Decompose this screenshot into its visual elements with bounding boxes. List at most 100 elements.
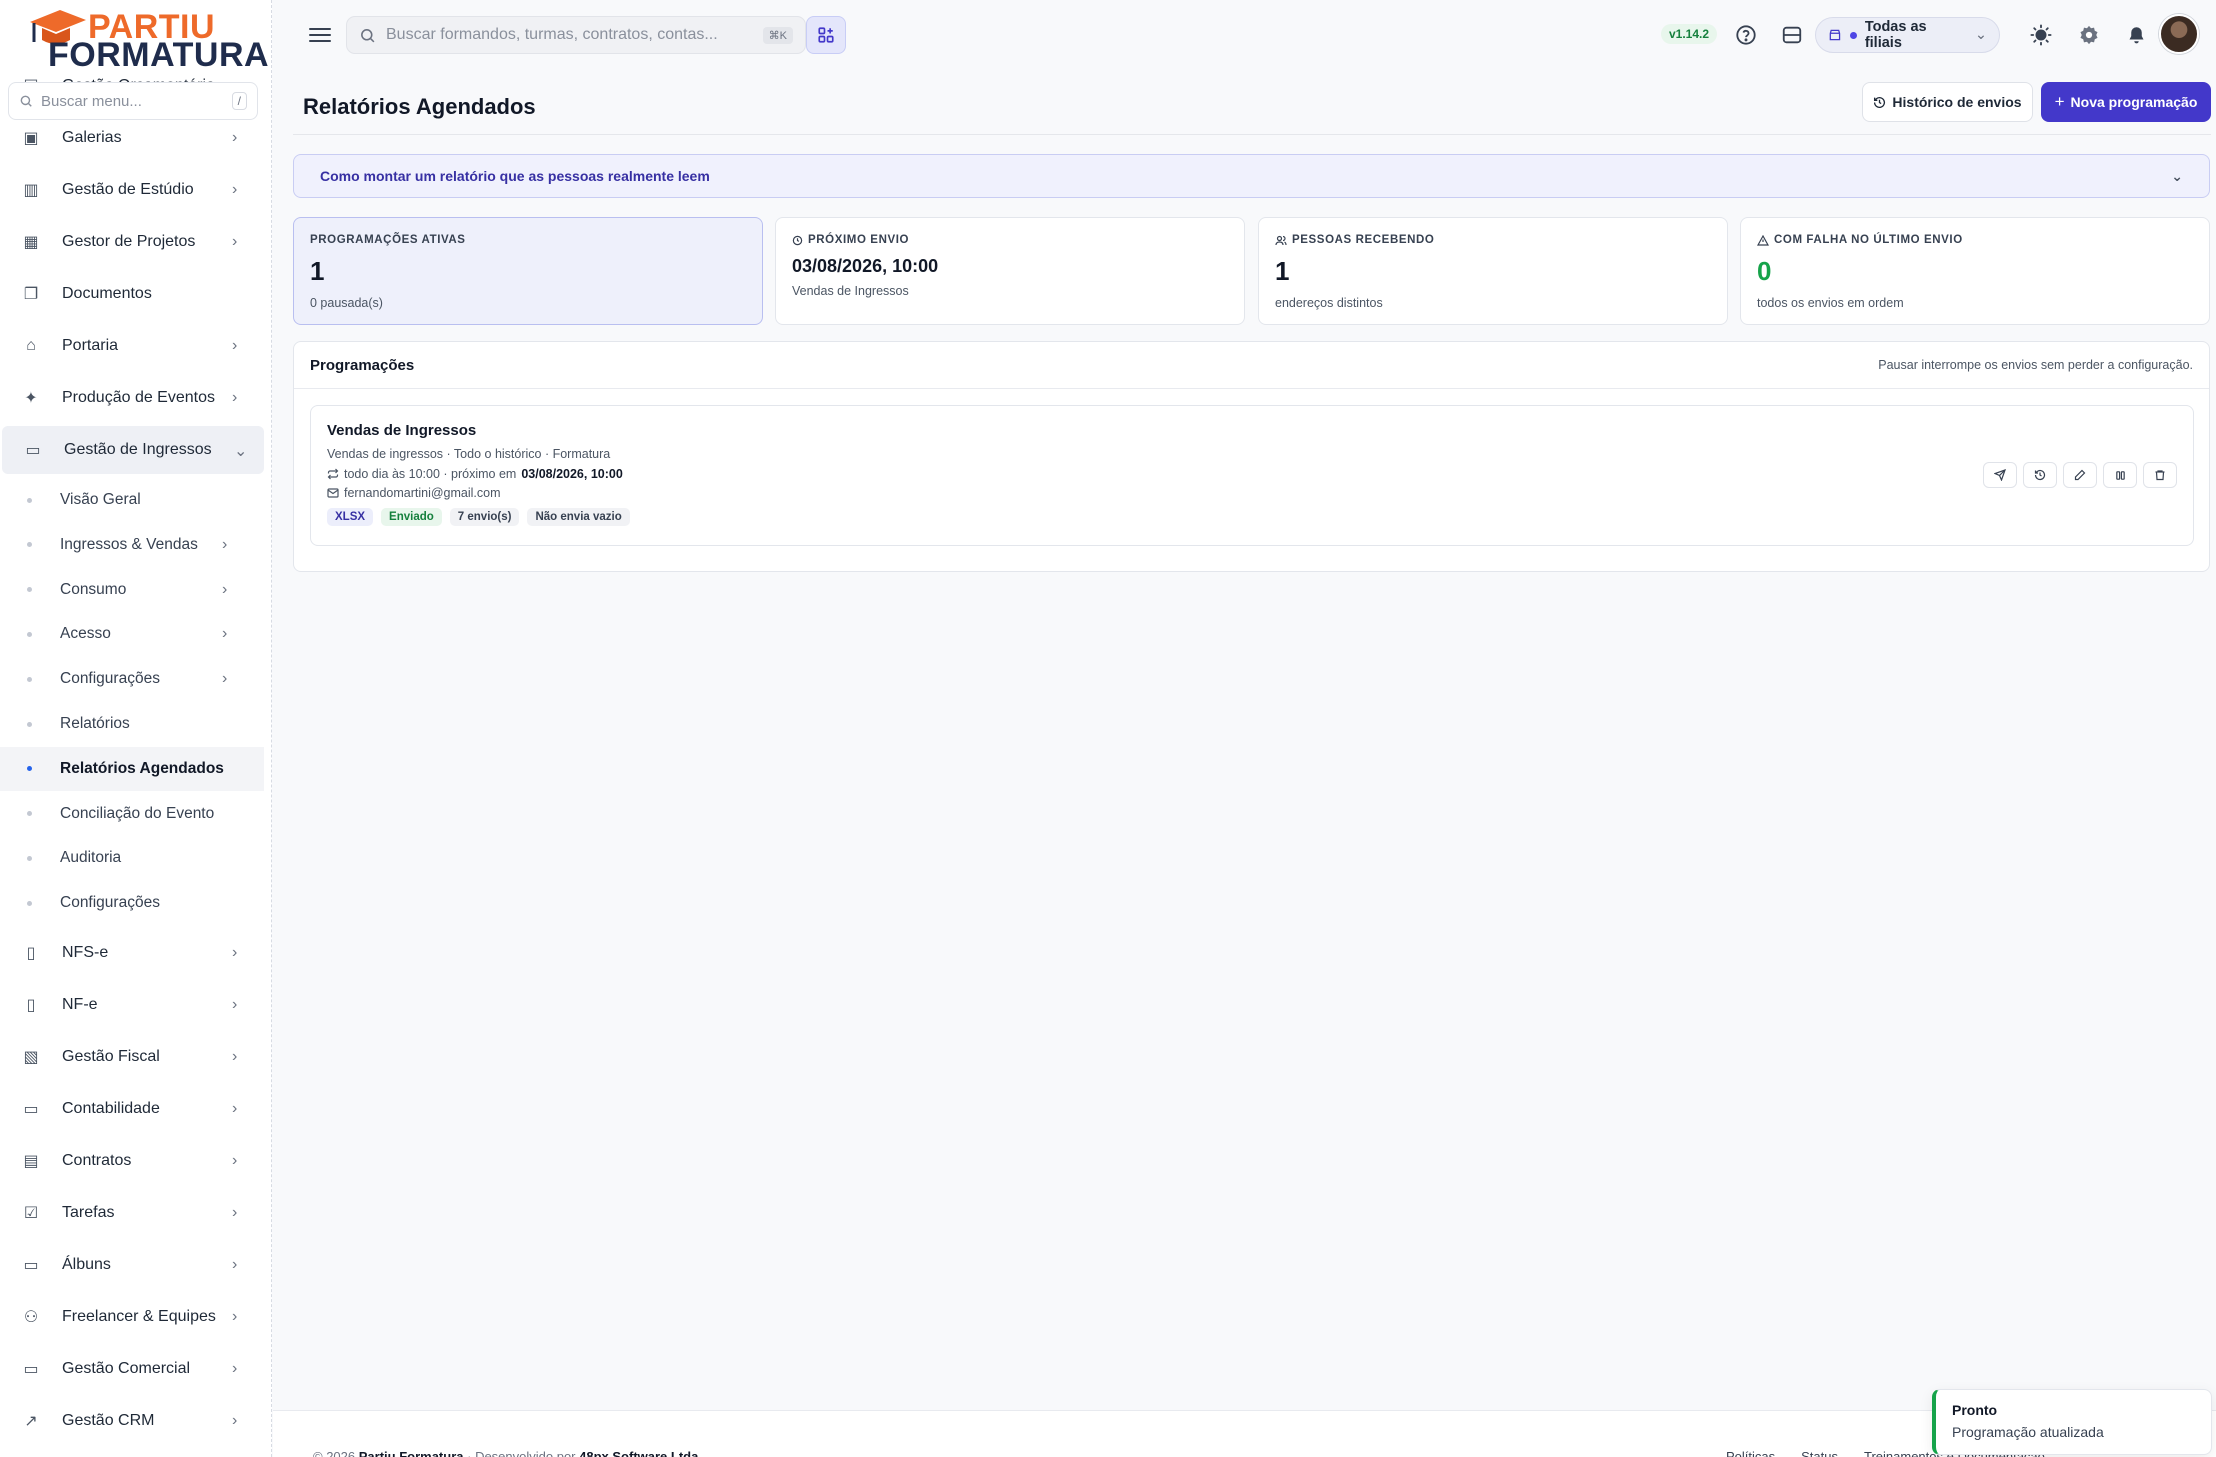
- sidebar-item[interactable]: ▦ Gestor de Projetos ›: [0, 218, 264, 266]
- stat-label: PRÓXIMO ENVIO: [808, 234, 910, 246]
- sidebar-search-input[interactable]: Buscar menu... /: [8, 82, 258, 120]
- toast-notification[interactable]: Pronto Programação atualizada: [1932, 1389, 2212, 1455]
- sidebar-item-label: Contabilidade: [62, 1100, 160, 1117]
- history-icon: [1874, 96, 1886, 108]
- bell-icon[interactable]: [2123, 22, 2149, 48]
- layout-icon[interactable]: [1779, 22, 1805, 48]
- sidebar-search-shortcut: /: [231, 92, 247, 110]
- ticket-icon: ▭: [25, 442, 41, 459]
- chevron-down-icon: ⌄: [2171, 167, 2183, 184]
- new-schedule-button[interactable]: + Nova programação: [2041, 82, 2211, 122]
- sidebar-item[interactable]: ▥ Gestão de Estúdio ›: [0, 166, 264, 214]
- chevron-right-icon: ›: [222, 580, 228, 598]
- briefcase-icon: ▭: [23, 1361, 39, 1378]
- schedule-next: 03/08/2026, 10:00: [521, 467, 623, 481]
- history-icon: [2034, 469, 2046, 481]
- sidebar-item[interactable]: ↗ Gestão CRM ›: [0, 1397, 264, 1445]
- sidebar-subitem[interactable]: Relatórios: [0, 702, 264, 746]
- sidebar-subitem-label: Consumo: [60, 580, 127, 598]
- sidebar-item-label: NFS-e: [62, 944, 109, 961]
- sidebar-item[interactable]: ❐ Documentos: [0, 270, 264, 318]
- chevron-right-icon: ›: [232, 1360, 238, 1377]
- delete-button[interactable]: [2143, 462, 2177, 488]
- schedule-card[interactable]: Vendas de Ingressos Vendas de ingressos …: [310, 405, 2194, 546]
- sidebar-item-label: Gestão Fiscal: [62, 1048, 160, 1065]
- chevron-down-icon: ⌄: [234, 443, 248, 460]
- sidebar-item-label: Galerias: [62, 129, 122, 146]
- sidebar-item[interactable]: ☑ Tarefas ›: [0, 1189, 264, 1237]
- search-icon: [361, 28, 375, 42]
- chevron-right-icon: ›: [232, 996, 238, 1013]
- hamburger-menu-icon[interactable]: [309, 24, 331, 46]
- sidebar-subitem[interactable]: Relatórios Agendados: [0, 746, 264, 791]
- schedule-name: Vendas de Ingressos: [327, 422, 477, 439]
- sidebar-item-label: Freelancer & Equipes: [62, 1308, 216, 1325]
- sidebar-item[interactable]: ⚇ Freelancer & Equipes ›: [0, 1293, 264, 1341]
- tip-accordion[interactable]: Como montar um relatório que as pessoas …: [293, 154, 2210, 198]
- chevron-down-icon: ⌄: [1974, 27, 1987, 43]
- sidebar-subitem[interactable]: Configurações ›: [0, 657, 264, 701]
- sidebar-item[interactable]: ▭ Gestão de Ingressos ⌄: [2, 426, 264, 474]
- apps-grid-icon: [818, 27, 834, 43]
- send-icon: [1994, 469, 2006, 481]
- schedule-meta: Vendas de ingressos · Todo o histórico ·…: [327, 447, 611, 461]
- sidebar-subitem-label: Relatórios: [60, 715, 130, 732]
- sidebar-subitem[interactable]: Auditoria: [0, 836, 264, 880]
- sidebar-item-label: NF-e: [62, 996, 98, 1013]
- chevron-right-icon: ›: [232, 944, 238, 961]
- chevron-right-icon: ›: [222, 625, 228, 643]
- tag-count: 7 envio(s): [449, 508, 520, 526]
- footer-link-policies[interactable]: Políticas: [1726, 1449, 1775, 1457]
- global-search-input[interactable]: Buscar formandos, turmas, contratos, con…: [346, 16, 806, 54]
- branch-selector[interactable]: Todas as filiais ⌄: [1815, 17, 2000, 53]
- sidebar-subitem[interactable]: Ingressos & Vendas ›: [0, 523, 264, 567]
- footer-link-status[interactable]: Status: [1801, 1449, 1838, 1457]
- brand-logo[interactable]: PARTIU FORMATURA: [26, 6, 269, 72]
- stat-card-next: PRÓXIMO ENVIO 03/08/2026, 10:00 Vendas d…: [775, 217, 1245, 325]
- settings-gear-icon[interactable]: [2076, 22, 2102, 48]
- chevron-right-icon: ›: [232, 181, 238, 198]
- history-button-row[interactable]: [2023, 462, 2057, 488]
- sun-icon[interactable]: [2028, 22, 2054, 48]
- sidebar: PARTIU FORMATURA ▤ Gestão Orçamentária ›…: [0, 0, 272, 1457]
- history-button[interactable]: Histórico de envios: [1862, 82, 2033, 122]
- help-icon[interactable]: [1733, 22, 1759, 48]
- sidebar-subitem[interactable]: Consumo ›: [0, 568, 264, 612]
- sidebar-item-label: Gestão de Estúdio: [62, 181, 194, 198]
- sidebar-subitem[interactable]: Conciliação do Evento: [0, 792, 264, 836]
- bullet-dot: [27, 766, 32, 772]
- sidebar-item[interactable]: ✦ Produção de Eventos ›: [0, 374, 264, 422]
- sidebar-item[interactable]: ⌂ Portaria ›: [0, 322, 264, 370]
- programs-panel: Programações Pausar interrompe os envios…: [293, 341, 2210, 572]
- sidebar-subitem[interactable]: Acesso ›: [0, 612, 264, 656]
- sidebar-subitem-label: Conciliação do Evento: [60, 804, 215, 822]
- sidebar-item[interactable]: ▧ Gestão Fiscal ›: [0, 1033, 264, 1081]
- sidebar-item[interactable]: ▭ Álbuns ›: [0, 1241, 264, 1289]
- sidebar-item[interactable]: ▣ Galerias ›: [0, 114, 264, 162]
- building-icon: ▥: [23, 182, 39, 199]
- sidebar-subitem-label: Relatórios Agendados: [60, 759, 224, 777]
- sidebar-item[interactable]: ▭ Contabilidade ›: [0, 1085, 264, 1133]
- warning-icon: [1757, 234, 1769, 246]
- edit-button[interactable]: [2063, 462, 2097, 488]
- apps-grid-button[interactable]: [806, 16, 846, 54]
- sidebar-item-label: Gestão CRM: [62, 1412, 155, 1429]
- user-avatar[interactable]: [2159, 14, 2199, 54]
- footer-company-link[interactable]: 48px Software Ltda: [579, 1449, 698, 1457]
- pause-button[interactable]: [2103, 462, 2137, 488]
- checkbox-icon: ☑: [23, 1205, 39, 1222]
- sidebar-item[interactable]: ▤ Contratos ›: [0, 1137, 264, 1185]
- sidebar-item[interactable]: ▯ NF-e ›: [0, 981, 264, 1029]
- programs-hint: Pausar interrompe os envios sem perder a…: [1878, 358, 2193, 372]
- sidebar-item-label: Gestão de Ingressos: [64, 441, 212, 458]
- send-now-button[interactable]: [1983, 462, 2017, 488]
- sidebar-item[interactable]: ▯ NFS-e ›: [0, 929, 264, 977]
- sidebar-item[interactable]: ▭ Gestão Comercial ›: [0, 1345, 264, 1393]
- album-icon: ▭: [23, 1257, 39, 1274]
- header-divider: [293, 134, 2211, 135]
- stat-sub: Vendas de Ingressos: [792, 284, 909, 298]
- footer-developed-by: · Desenvolvido por: [467, 1449, 576, 1457]
- sidebar-subitem[interactable]: Visão Geral: [0, 478, 264, 522]
- image-icon: ▣: [23, 130, 39, 147]
- sidebar-subitem[interactable]: Configurações: [0, 881, 264, 925]
